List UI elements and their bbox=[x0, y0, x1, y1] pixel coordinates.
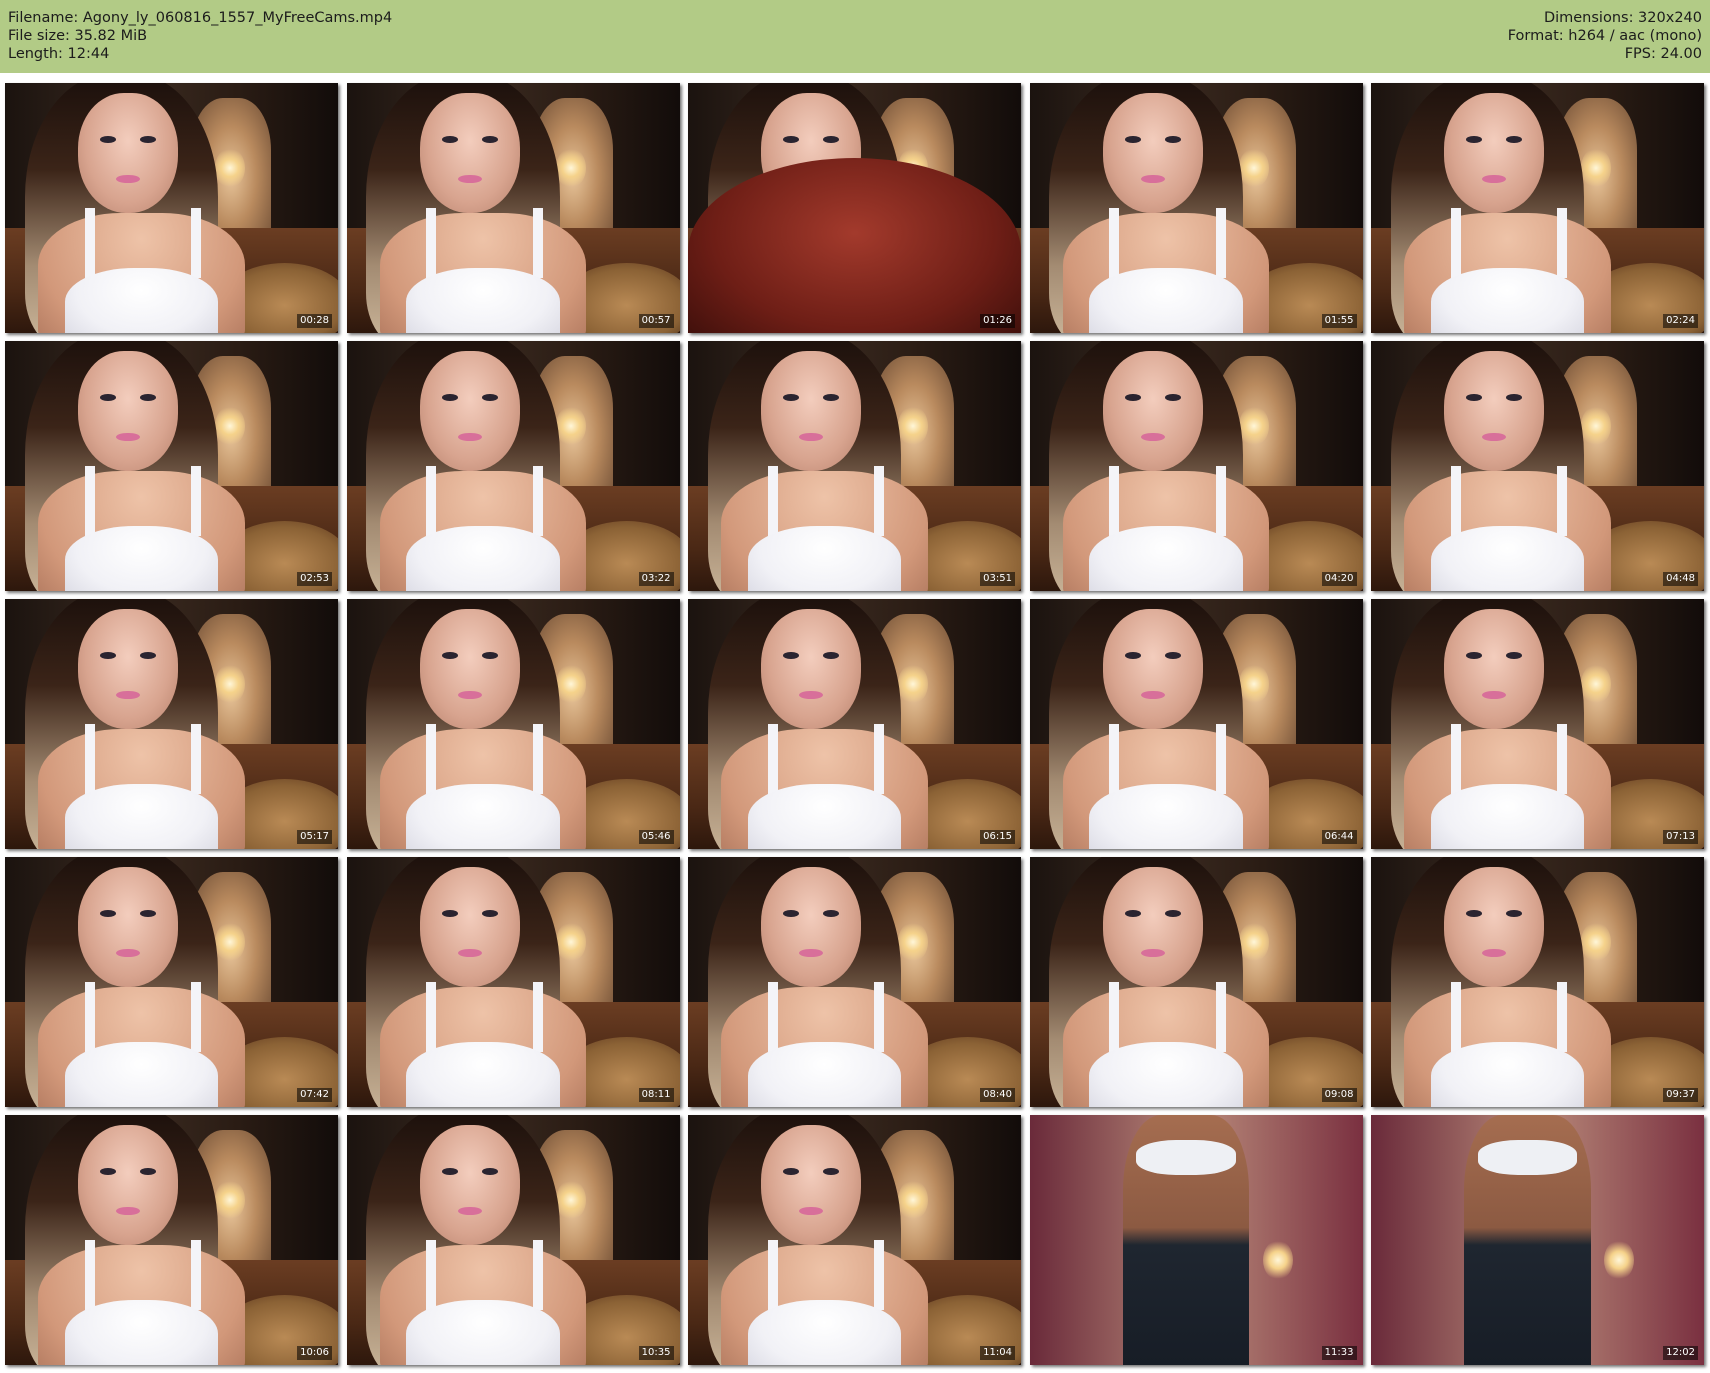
thumbnail-timestamp: 07:13 bbox=[1663, 830, 1698, 844]
thumbnail-timestamp: 00:28 bbox=[297, 314, 332, 328]
thumbnail-frame-image bbox=[688, 599, 1021, 849]
thumbnail-frame-image bbox=[346, 599, 680, 849]
thumbnail-frame-image bbox=[688, 83, 1021, 333]
video-thumbnail[interactable]: 06:44 bbox=[1029, 599, 1363, 849]
video-thumbnail[interactable]: 05:17 bbox=[5, 599, 338, 849]
thumbnail-frame-image bbox=[1371, 341, 1704, 591]
thumbnail-frame-image bbox=[1029, 857, 1363, 1107]
video-thumbnail[interactable]: 07:13 bbox=[1371, 599, 1704, 849]
video-length: Length: 12:44 bbox=[8, 46, 110, 62]
thumbnail-frame-image bbox=[346, 857, 680, 1107]
thumbnail-frame-image bbox=[1029, 83, 1363, 333]
thumbnail-timestamp: 00:57 bbox=[638, 314, 674, 328]
thumbnail-timestamp: 11:33 bbox=[1321, 1346, 1357, 1360]
thumbnail-frame-image bbox=[346, 341, 680, 591]
video-thumbnail[interactable]: 06:15 bbox=[688, 599, 1021, 849]
video-thumbnail[interactable]: 10:35 bbox=[346, 1115, 680, 1365]
thumbnail-grid: 00:28 00:57 01:26 01:55 02:24 02:53 03:22 03:51… bbox=[5, 83, 1704, 1365]
thumbnail-timestamp: 01:55 bbox=[1321, 314, 1357, 328]
thumbnail-frame-image bbox=[1371, 599, 1704, 849]
thumbnail-frame-image bbox=[1371, 83, 1704, 333]
video-thumbnail[interactable]: 04:48 bbox=[1371, 341, 1704, 591]
video-thumbnail[interactable]: 01:26 bbox=[688, 83, 1021, 333]
thumbnail-frame-image bbox=[1371, 1115, 1704, 1365]
thumbnail-frame-image bbox=[5, 599, 338, 849]
video-thumbnail[interactable]: 11:04 bbox=[688, 1115, 1021, 1365]
file-size: File size: 35.82 MiB bbox=[8, 28, 148, 44]
thumbnail-timestamp: 04:48 bbox=[1663, 572, 1698, 586]
thumbnail-frame-image bbox=[346, 1115, 680, 1365]
thumbnail-frame-image bbox=[1371, 857, 1704, 1107]
dimensions: Dimensions: 320x240 bbox=[1543, 10, 1702, 26]
thumbnail-timestamp: 07:42 bbox=[297, 1088, 332, 1102]
thumbnail-timestamp: 06:44 bbox=[1321, 830, 1357, 844]
thumbnail-timestamp: 06:15 bbox=[980, 830, 1015, 844]
thumbnail-timestamp: 09:37 bbox=[1663, 1088, 1698, 1102]
thumbnail-timestamp: 10:35 bbox=[638, 1346, 674, 1360]
thumbnail-frame-image bbox=[1029, 341, 1363, 591]
thumbnail-timestamp: 11:04 bbox=[980, 1346, 1015, 1360]
thumbnail-timestamp: 04:20 bbox=[1321, 572, 1357, 586]
video-thumbnail[interactable]: 09:37 bbox=[1371, 857, 1704, 1107]
video-thumbnail[interactable]: 07:42 bbox=[5, 857, 338, 1107]
filename: Filename: Agony_ly_060816_1557_MyFreeCam… bbox=[8, 10, 393, 26]
thumbnail-frame-image bbox=[5, 1115, 338, 1365]
video-thumbnail[interactable]: 03:22 bbox=[346, 341, 680, 591]
video-thumbnail[interactable]: 08:11 bbox=[346, 857, 680, 1107]
thumbnail-frame-image bbox=[5, 341, 338, 591]
thumbnail-frame-image bbox=[688, 1115, 1021, 1365]
video-thumbnail[interactable]: 09:08 bbox=[1029, 857, 1363, 1107]
video-thumbnail[interactable]: 00:57 bbox=[346, 83, 680, 333]
video-thumbnail[interactable]: 10:06 bbox=[5, 1115, 338, 1365]
fps: FPS: 24.00 bbox=[1624, 46, 1702, 62]
video-thumbnail[interactable]: 03:51 bbox=[688, 341, 1021, 591]
video-thumbnail[interactable]: 05:46 bbox=[346, 599, 680, 849]
video-thumbnail[interactable]: 08:40 bbox=[688, 857, 1021, 1107]
thumbnail-timestamp: 02:24 bbox=[1663, 314, 1698, 328]
video-thumbnail[interactable]: 01:55 bbox=[1029, 83, 1363, 333]
thumbnail-timestamp: 01:26 bbox=[980, 314, 1015, 328]
thumbnail-timestamp: 08:11 bbox=[638, 1088, 674, 1102]
video-thumbnail[interactable]: 11:33 bbox=[1029, 1115, 1363, 1365]
thumbnail-timestamp: 08:40 bbox=[980, 1088, 1015, 1102]
thumbnail-frame-image bbox=[688, 341, 1021, 591]
video-thumbnail[interactable]: 02:53 bbox=[5, 341, 338, 591]
thumbnail-frame-image bbox=[346, 83, 680, 333]
video-info: Dimensions: 320x240 Format: h264 / aac (… bbox=[1508, 9, 1702, 63]
thumbnail-frame-image bbox=[1029, 599, 1363, 849]
format: Format: h264 / aac (mono) bbox=[1507, 28, 1702, 44]
info-header: Filename: Agony_ly_060816_1557_MyFreeCam… bbox=[0, 0, 1710, 73]
video-thumbnail[interactable]: 04:20 bbox=[1029, 341, 1363, 591]
thumbnail-frame-image bbox=[1029, 1115, 1363, 1365]
thumbnail-timestamp: 03:51 bbox=[980, 572, 1015, 586]
thumbnail-timestamp: 10:06 bbox=[297, 1346, 332, 1360]
video-thumbnail[interactable]: 12:02 bbox=[1371, 1115, 1704, 1365]
video-thumbnail[interactable]: 00:28 bbox=[5, 83, 338, 333]
thumbnail-frame-image bbox=[5, 83, 338, 333]
thumbnail-timestamp: 09:08 bbox=[1321, 1088, 1357, 1102]
thumbnail-timestamp: 05:46 bbox=[638, 830, 674, 844]
thumbnail-timestamp: 12:02 bbox=[1663, 1346, 1698, 1360]
thumbnail-timestamp: 02:53 bbox=[297, 572, 332, 586]
thumbnail-timestamp: 05:17 bbox=[297, 830, 332, 844]
file-info: Filename: Agony_ly_060816_1557_MyFreeCam… bbox=[8, 9, 392, 63]
video-thumbnail[interactable]: 02:24 bbox=[1371, 83, 1704, 333]
thumbnail-timestamp: 03:22 bbox=[638, 572, 674, 586]
thumbnail-frame-image bbox=[688, 857, 1021, 1107]
thumbnail-frame-image bbox=[5, 857, 338, 1107]
